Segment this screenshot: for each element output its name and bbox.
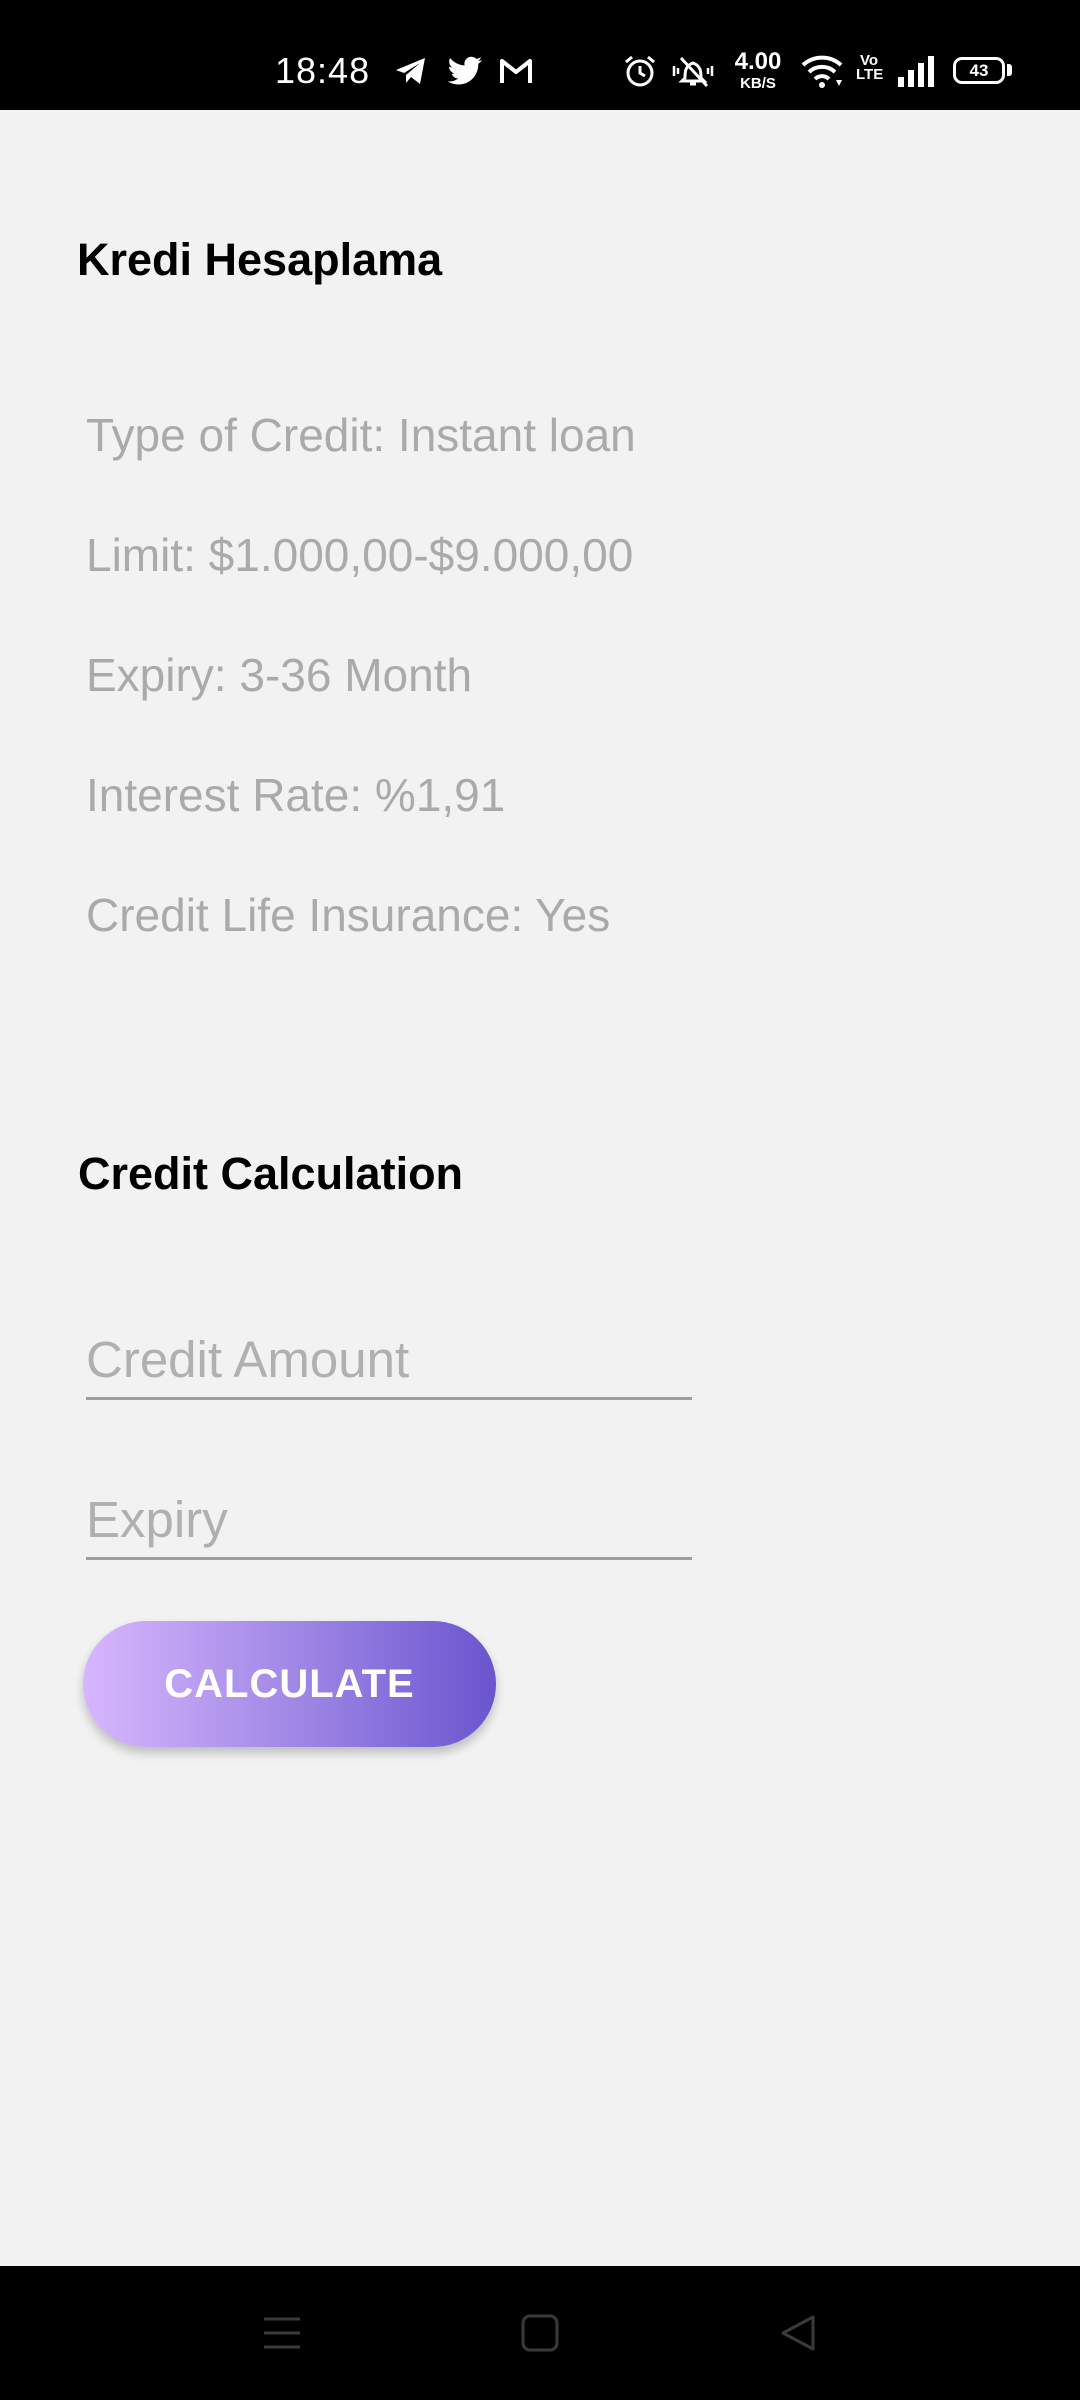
- status-bar: 18:48 4.00 KB/S Vo LTE 43: [0, 0, 1080, 110]
- menu-button[interactable]: [252, 2306, 312, 2360]
- silent-bell-icon: [670, 52, 716, 90]
- credit-insurance-text: Credit Life Insurance: Yes: [86, 889, 611, 941]
- menu-icon: [264, 2317, 300, 2349]
- credit-expiry-text: Expiry: 3-36 Month: [86, 649, 473, 701]
- wifi-icon: [800, 52, 844, 90]
- battery-tip: [1007, 64, 1012, 76]
- battery-icon: 43: [953, 57, 1005, 84]
- interest-rate-text: Interest Rate: %1,91: [86, 769, 506, 821]
- expiry-field: [86, 1490, 692, 1560]
- credit-limit-text: Limit: $1.000,00-$9.000,00: [86, 529, 634, 581]
- back-icon: [781, 2315, 815, 2351]
- credit-amount-field: [86, 1330, 692, 1400]
- network-speed: 4.00 KB/S: [734, 48, 782, 92]
- telegram-icon: [393, 52, 429, 90]
- navigation-bar: [0, 2266, 1080, 2400]
- section-title-credit-calculation: Credit Calculation: [78, 1148, 464, 1199]
- back-button[interactable]: [768, 2306, 828, 2360]
- expiry-input[interactable]: [86, 1490, 692, 1557]
- battery-level: 43: [969, 60, 989, 80]
- alarm-icon: [622, 52, 658, 90]
- page-title: Kredi Hesaplama: [77, 234, 443, 285]
- credit-type-text: Type of Credit: Instant loan: [86, 409, 636, 461]
- twitter-icon: [446, 52, 484, 90]
- calculate-button[interactable]: CALCULATE: [83, 1621, 496, 1747]
- volte-indicator: Vo LTE: [856, 52, 884, 84]
- signal-icon: [896, 52, 936, 90]
- gmail-icon: [498, 52, 534, 90]
- home-button[interactable]: [510, 2306, 570, 2360]
- status-time: 18:48: [275, 50, 371, 91]
- home-icon: [521, 2314, 559, 2352]
- credit-amount-input[interactable]: [86, 1330, 692, 1397]
